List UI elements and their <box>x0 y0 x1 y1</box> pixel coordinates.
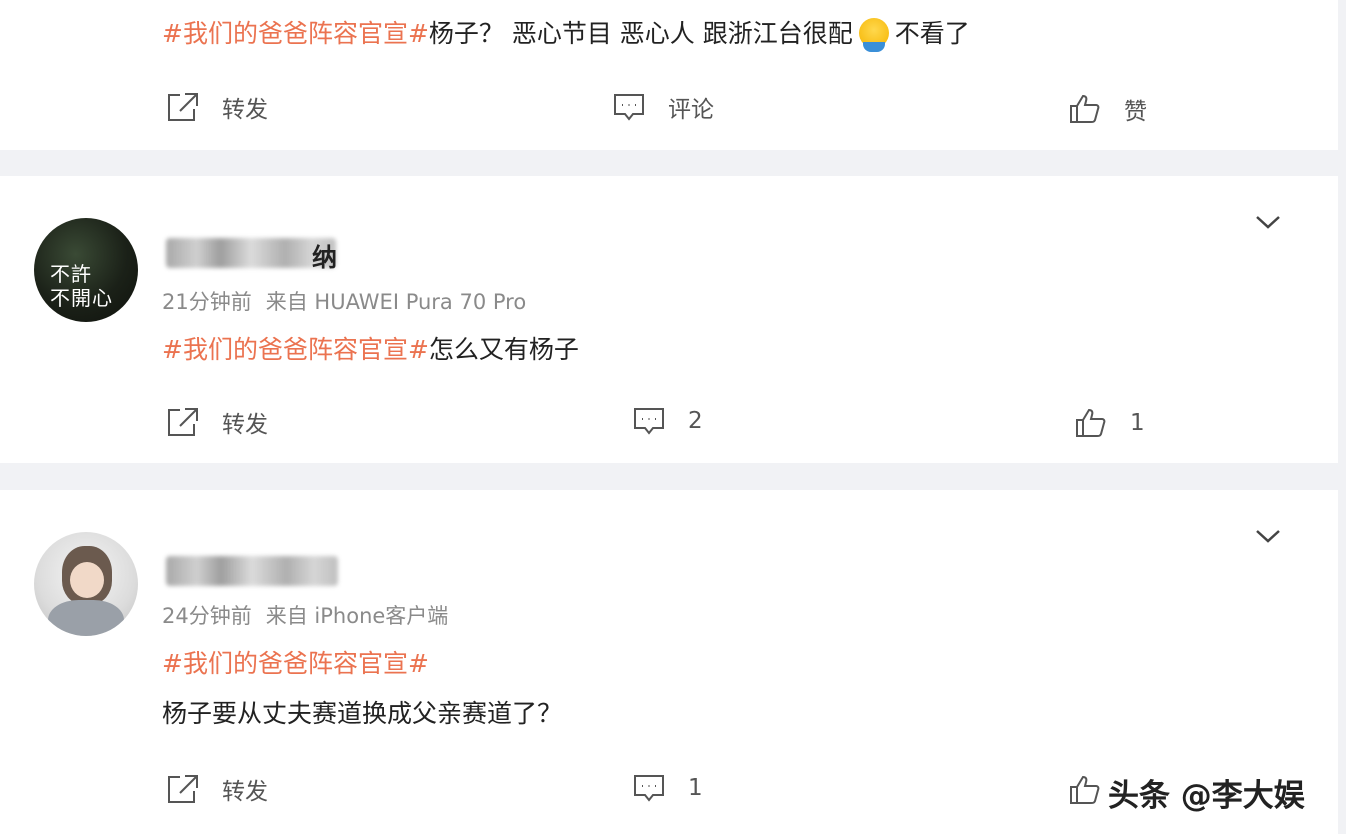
post-source: 来自 HUAWEI Pura 70 Pro <box>265 290 527 314</box>
hashtag-link[interactable]: #我们的爸爸阵容官宣# <box>162 649 429 678</box>
post-text: 怎么又有杨子 <box>428 335 579 364</box>
avatar-face <box>70 562 104 598</box>
comment-count: 1 <box>688 775 703 801</box>
avatar[interactable]: 不許 不開心 <box>34 218 138 322</box>
post-source: 来自 iPhone客户端 <box>265 604 449 628</box>
username-visible-part: 纳 <box>312 243 338 272</box>
like-label: 赞 <box>1124 99 1147 125</box>
post-text: 杨子？ 恶心节目 恶心人 跟浙江台很配 <box>428 19 853 48</box>
post-meta: 24分钟前 来自 iPhone客户端 <box>162 600 448 630</box>
post-text: 杨子要从丈夫赛道换成父亲赛道了？ <box>162 699 563 728</box>
comment-label: 评论 <box>668 97 714 123</box>
post-time: 24分钟前 <box>162 604 252 628</box>
repost-label: 转发 <box>222 412 268 438</box>
post-meta: 21分钟前 来自 HUAWEI Pura 70 Pro <box>162 286 526 316</box>
chevron-down-icon[interactable] <box>1254 526 1282 546</box>
repost-button[interactable]: 转发 <box>166 90 268 124</box>
post-content: #我们的爸爸阵容官宣#怎么又有杨子 <box>162 330 579 366</box>
post-time: 21分钟前 <box>162 290 252 314</box>
comment-button[interactable]: 2 <box>632 405 703 437</box>
hashtag-link[interactable]: #我们的爸爸阵容官宣# <box>162 335 429 364</box>
thumbs-up-icon <box>1070 94 1100 123</box>
post-card: #我们的爸爸阵容官宣#杨子？ 恶心节目 恶心人 跟浙江台很配 不看了 转发 评论 … <box>0 0 1338 150</box>
comment-icon <box>634 775 664 802</box>
like-button[interactable]: 赞 <box>1068 92 1147 126</box>
repost-button[interactable]: 转发 <box>166 772 268 806</box>
chevron-down-icon[interactable] <box>1254 212 1282 232</box>
repost-button[interactable]: 转发 <box>166 405 268 439</box>
sick-face-emoji-icon <box>858 18 889 52</box>
repost-icon <box>168 93 198 121</box>
comment-button[interactable]: 评论 <box>612 90 714 124</box>
repost-label: 转发 <box>222 779 268 805</box>
post-hashtag-line: #我们的爸爸阵容官宣# <box>162 644 429 680</box>
avatar-body <box>48 600 124 636</box>
repost-icon <box>168 775 198 803</box>
repost-icon <box>168 408 198 436</box>
repost-label: 转发 <box>222 97 268 123</box>
avatar-caption: 不許 不開心 <box>50 262 113 310</box>
blurred-username[interactable] <box>166 238 336 268</box>
hashtag-link[interactable]: #我们的爸爸阵容官宣# <box>162 19 429 48</box>
post-card: 不許 不開心 纳 21分钟前 来自 HUAWEI Pura 70 Pro #我们的… <box>0 176 1338 463</box>
post-content: #我们的爸爸阵容官宣#杨子？ 恶心节目 恶心人 跟浙江台很配 不看了 <box>162 14 970 52</box>
avatar[interactable] <box>34 532 138 636</box>
thumbs-up-icon <box>1076 408 1106 437</box>
comment-icon <box>614 94 644 121</box>
like-button[interactable]: 1 <box>1074 407 1145 439</box>
comment-count: 2 <box>688 408 703 434</box>
comment-button[interactable]: 1 <box>632 772 703 804</box>
thumbs-up-icon <box>1070 775 1100 804</box>
blurred-username[interactable] <box>166 556 338 586</box>
like-count: 1 <box>1130 410 1145 436</box>
comment-icon <box>634 408 664 435</box>
post-text-after: 不看了 <box>894 19 970 48</box>
watermark: 头条 @李大娱 <box>1108 778 1305 814</box>
